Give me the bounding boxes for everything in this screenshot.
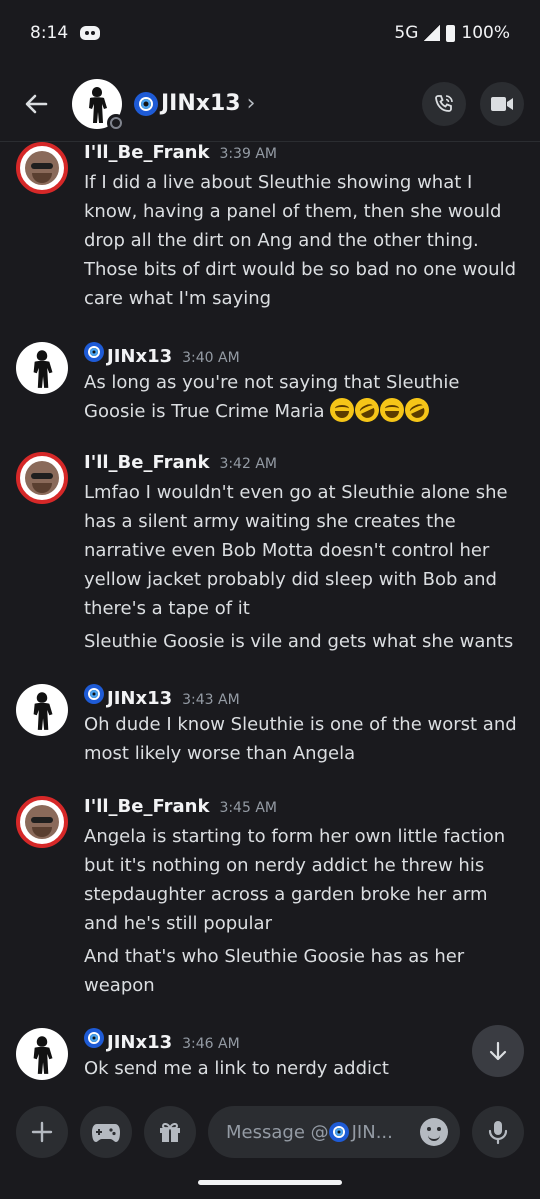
username[interactable]: I'll_Be_Frank [84, 142, 209, 163]
timestamp: 3:46 AM [182, 1036, 240, 1052]
video-call-button[interactable] [480, 81, 524, 126]
signal-icon [424, 25, 441, 41]
silhouette-avatar-icon [33, 350, 53, 388]
placeholder-prefix: Message @ [226, 1121, 329, 1143]
nazar-amulet-icon [84, 684, 104, 704]
rofl-emoji-icon [401, 394, 434, 426]
message-group: I'll_Be_Frank 3:45 AM Angela is starting… [0, 796, 540, 1000]
rofl-emoji-icon [351, 394, 384, 426]
profile-photo-icon [25, 461, 59, 495]
plus-icon [31, 1121, 53, 1143]
profile-photo-icon [25, 151, 59, 185]
message-text: As long as you're not saying that Sleuth… [84, 368, 524, 426]
activities-button[interactable] [80, 1106, 132, 1158]
message-text: And that's who Sleuthie Goosie has as he… [84, 946, 465, 996]
message-list[interactable]: I'll_Be_Frank 3:39 AM If I did a live ab… [0, 142, 540, 1090]
timestamp: 3:42 AM [219, 456, 277, 472]
timestamp: 3:40 AM [182, 350, 240, 366]
user-avatar[interactable] [16, 796, 68, 848]
chat-header: JINx13 › [0, 66, 540, 142]
emoji-picker-button[interactable] [420, 1118, 448, 1146]
header-username: JINx13 [161, 91, 241, 116]
message-header: JINx13 3:43 AM [84, 684, 524, 709]
silhouette-avatar-icon [33, 692, 53, 730]
voice-message-button[interactable] [472, 1106, 524, 1158]
gift-button[interactable] [144, 1106, 196, 1158]
message-text: Oh dude I know Sleuthie is one of the wo… [84, 714, 517, 764]
header-avatar[interactable] [72, 78, 125, 132]
battery-icon [446, 24, 456, 42]
timestamp: 3:45 AM [219, 800, 277, 816]
home-indicator[interactable] [198, 1180, 342, 1185]
status-time: 8:14 [30, 23, 69, 43]
user-avatar[interactable] [16, 684, 68, 736]
arrow-down-icon [489, 1041, 507, 1061]
message-text: Ok send me a link to nerdy addict [84, 1058, 389, 1079]
message-header: JINx13 3:46 AM [84, 1028, 524, 1053]
status-indicators: 5G 100% [394, 23, 510, 43]
message-header: JINx13 3:40 AM [84, 342, 524, 367]
chevron-right-icon: › [246, 91, 256, 116]
back-button[interactable] [16, 84, 56, 124]
message-input[interactable]: Message @ JIN... [208, 1106, 460, 1158]
username[interactable]: JINx13 [107, 346, 172, 367]
timestamp: 3:43 AM [182, 692, 240, 708]
discord-notification-icon [80, 26, 101, 40]
message-text: Lmfao I wouldn't even go at Sleuthie alo… [84, 482, 508, 619]
nazar-amulet-icon [84, 342, 104, 362]
voice-call-button[interactable] [422, 81, 466, 126]
message-group: I'll_Be_Frank 3:42 AM Lmfao I wouldn't e… [0, 452, 540, 656]
header-title[interactable]: JINx13 › [134, 91, 255, 116]
message-placeholder: Message @ JIN... [226, 1122, 393, 1143]
username[interactable]: JINx13 [107, 688, 172, 709]
phone-icon [435, 94, 453, 112]
placeholder-suffix: JIN... [351, 1121, 393, 1143]
message-text: Angela is starting to form her own littl… [84, 826, 506, 934]
add-attachment-button[interactable] [16, 1106, 68, 1158]
network-label: 5G [394, 23, 419, 43]
offline-status-icon [107, 113, 125, 132]
message-group: JINx13 3:40 AM As long as you're not say… [0, 342, 540, 426]
microphone-icon [488, 1121, 508, 1145]
nazar-amulet-icon [84, 1028, 104, 1048]
jump-to-bottom-button[interactable] [472, 1025, 524, 1077]
timestamp: 3:39 AM [219, 146, 277, 162]
message-composer: Message @ JIN... [0, 1100, 540, 1164]
joy-emoji-icon [380, 398, 405, 422]
user-avatar[interactable] [16, 452, 68, 504]
message-group: I'll_Be_Frank 3:39 AM If I did a live ab… [0, 142, 540, 313]
user-avatar[interactable] [16, 342, 68, 394]
message-group: JINx13 3:46 AM Ok send me a link to nerd… [0, 1028, 540, 1083]
profile-photo-icon [25, 805, 59, 839]
battery-label: 100% [461, 23, 510, 43]
user-avatar[interactable] [16, 1028, 68, 1080]
gamepad-icon [92, 1124, 120, 1142]
message-header: I'll_Be_Frank 3:39 AM [84, 142, 524, 166]
user-avatar[interactable] [16, 142, 68, 194]
header-actions [422, 81, 524, 126]
message-header: I'll_Be_Frank 3:42 AM [84, 452, 524, 476]
arrow-left-icon [25, 94, 48, 113]
gift-icon [160, 1122, 180, 1142]
message-text: If I did a live about Sleuthie showing w… [84, 172, 517, 309]
silhouette-avatar-icon [33, 1036, 53, 1074]
username[interactable]: I'll_Be_Frank [84, 452, 209, 473]
status-bar: 8:14 5G 100% [0, 0, 540, 66]
nazar-amulet-icon [134, 91, 158, 116]
video-icon [491, 96, 513, 111]
message-header: I'll_Be_Frank 3:45 AM [84, 796, 524, 820]
joy-emoji-icon [330, 398, 355, 422]
username[interactable]: I'll_Be_Frank [84, 796, 209, 817]
nazar-amulet-icon [328, 1122, 349, 1142]
message-text-content: As long as you're not saying that Sleuth… [84, 372, 460, 422]
username[interactable]: JINx13 [107, 1032, 172, 1053]
message-text: Sleuthie Goosie is vile and gets what sh… [84, 631, 514, 652]
message-group: JINx13 3:43 AM Oh dude I know Sleuthie i… [0, 684, 540, 768]
